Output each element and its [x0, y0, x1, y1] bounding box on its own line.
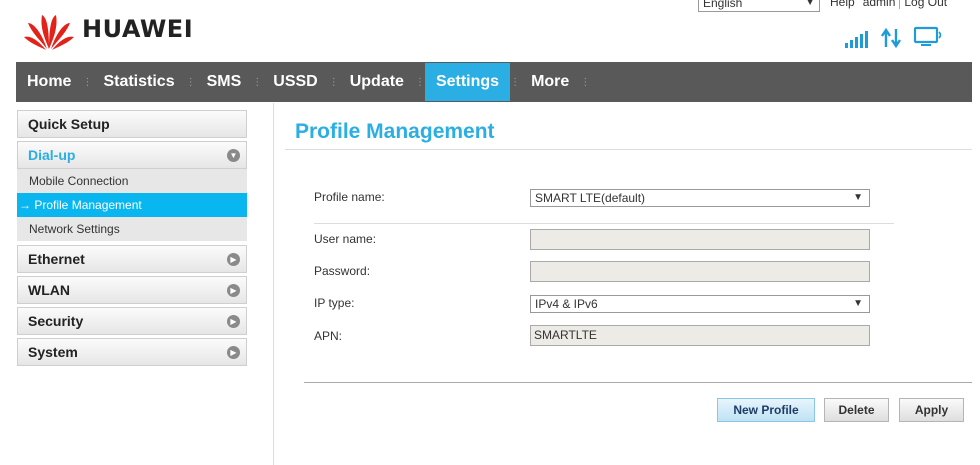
nav-home[interactable]: Home	[16, 62, 82, 102]
chevron-down-icon: ▼	[853, 192, 863, 203]
username-input[interactable]	[530, 229, 870, 250]
help-link[interactable]: Help	[826, 0, 859, 9]
brand-name: HUAWEI	[82, 15, 194, 43]
main-nav: Home ⋮ Statistics ⋮ SMS ⋮ USSD ⋮ Update …	[16, 62, 972, 102]
chevron-down-icon: ▼	[853, 298, 863, 309]
ip-type-label: IP type:	[314, 296, 355, 310]
nav-separator: ⋮	[185, 76, 196, 88]
sidebar-system[interactable]: System ▶	[17, 338, 247, 366]
sidebar-ethernet[interactable]: Ethernet ▶	[17, 245, 247, 273]
expand-icon: ▶	[227, 253, 240, 266]
dialup-submenu: Mobile Connection → Profile Management N…	[17, 169, 247, 241]
nav-separator: ⋮	[82, 76, 93, 88]
form-divider	[314, 223, 894, 224]
nav-sms[interactable]: SMS	[196, 62, 253, 102]
sidebar-item-label: Mobile Connection	[29, 174, 129, 188]
data-transfer-icon	[881, 28, 901, 48]
sidebar-security[interactable]: Security ▶	[17, 307, 247, 335]
nav-separator: ⋮	[252, 76, 263, 88]
nav-separator: ⋮	[328, 76, 339, 88]
sidebar-dialup-label: Dial-up	[28, 147, 76, 163]
nav-separator: ⋮	[510, 76, 521, 88]
sidebar-system-label: System	[28, 344, 78, 360]
status-icons	[845, 26, 943, 48]
nav-settings[interactable]: Settings	[424, 63, 511, 101]
username-label: User name:	[314, 232, 377, 246]
footer-divider	[304, 382, 972, 383]
apn-label: APN:	[314, 329, 343, 343]
huawei-flower-icon	[24, 15, 74, 50]
arrow-right-icon: →	[19, 198, 31, 212]
apply-button[interactable]: Apply	[899, 398, 964, 422]
page-title: Profile Management	[295, 120, 495, 143]
signal-icon	[845, 31, 868, 48]
profile-name-label: Profile name:	[314, 190, 385, 204]
expand-icon: ▶	[227, 315, 240, 328]
top-links: Help admin Log Out	[826, 0, 951, 9]
sidebar-ethernet-label: Ethernet	[28, 251, 85, 267]
huawei-logo: HUAWEI	[22, 6, 202, 52]
password-input[interactable]	[530, 261, 870, 282]
password-label: Password:	[314, 264, 371, 278]
title-divider	[285, 149, 972, 150]
nav-more[interactable]: More	[520, 62, 580, 102]
content-divider	[273, 103, 274, 465]
expand-icon: ▶	[227, 346, 240, 359]
sidebar: Quick Setup Dial-up ▼ Mobile Connection …	[17, 110, 247, 369]
language-select-value: English	[703, 0, 743, 10]
ip-type-select[interactable]: IPv4 & IPv6 ▼	[530, 295, 870, 313]
sidebar-quick-setup-label: Quick Setup	[28, 116, 110, 132]
nav-statistics[interactable]: Statistics	[92, 62, 185, 102]
sidebar-quick-setup[interactable]: Quick Setup	[17, 110, 247, 138]
collapse-icon: ▼	[227, 149, 240, 162]
profile-name-select[interactable]: SMART LTE(default) ▼	[530, 189, 870, 207]
nav-ussd[interactable]: USSD	[262, 62, 328, 102]
sidebar-wlan-label: WLAN	[28, 282, 70, 298]
sidebar-item-network-settings[interactable]: Network Settings	[17, 217, 247, 241]
sidebar-item-mobile-connection[interactable]: Mobile Connection	[17, 169, 247, 193]
new-profile-button[interactable]: New Profile	[717, 398, 815, 422]
chevron-down-icon: ▼	[805, 0, 815, 8]
apn-input[interactable]: SMARTLTE	[530, 325, 870, 346]
nav-separator: ⋮	[580, 76, 591, 88]
admin-link[interactable]: admin	[859, 0, 900, 9]
sidebar-wlan[interactable]: WLAN ▶	[17, 276, 247, 304]
logout-link[interactable]: Log Out	[900, 0, 951, 9]
ip-type-value: IPv4 & IPv6	[535, 297, 598, 311]
expand-icon: ▶	[227, 284, 240, 297]
profile-name-value: SMART LTE(default)	[535, 191, 646, 205]
sidebar-security-label: Security	[28, 313, 84, 329]
delete-button[interactable]: Delete	[824, 398, 889, 422]
language-select[interactable]: English ▼	[698, 0, 820, 12]
nav-update[interactable]: Update	[339, 62, 415, 102]
sidebar-item-label: Profile Management	[34, 198, 142, 212]
sidebar-item-profile-management[interactable]: → Profile Management	[17, 193, 247, 217]
sidebar-dialup[interactable]: Dial-up ▼	[17, 141, 247, 169]
nav-separator: ⋮	[414, 76, 425, 88]
pc-connection-icon	[913, 26, 942, 46]
sidebar-item-label: Network Settings	[29, 222, 120, 236]
